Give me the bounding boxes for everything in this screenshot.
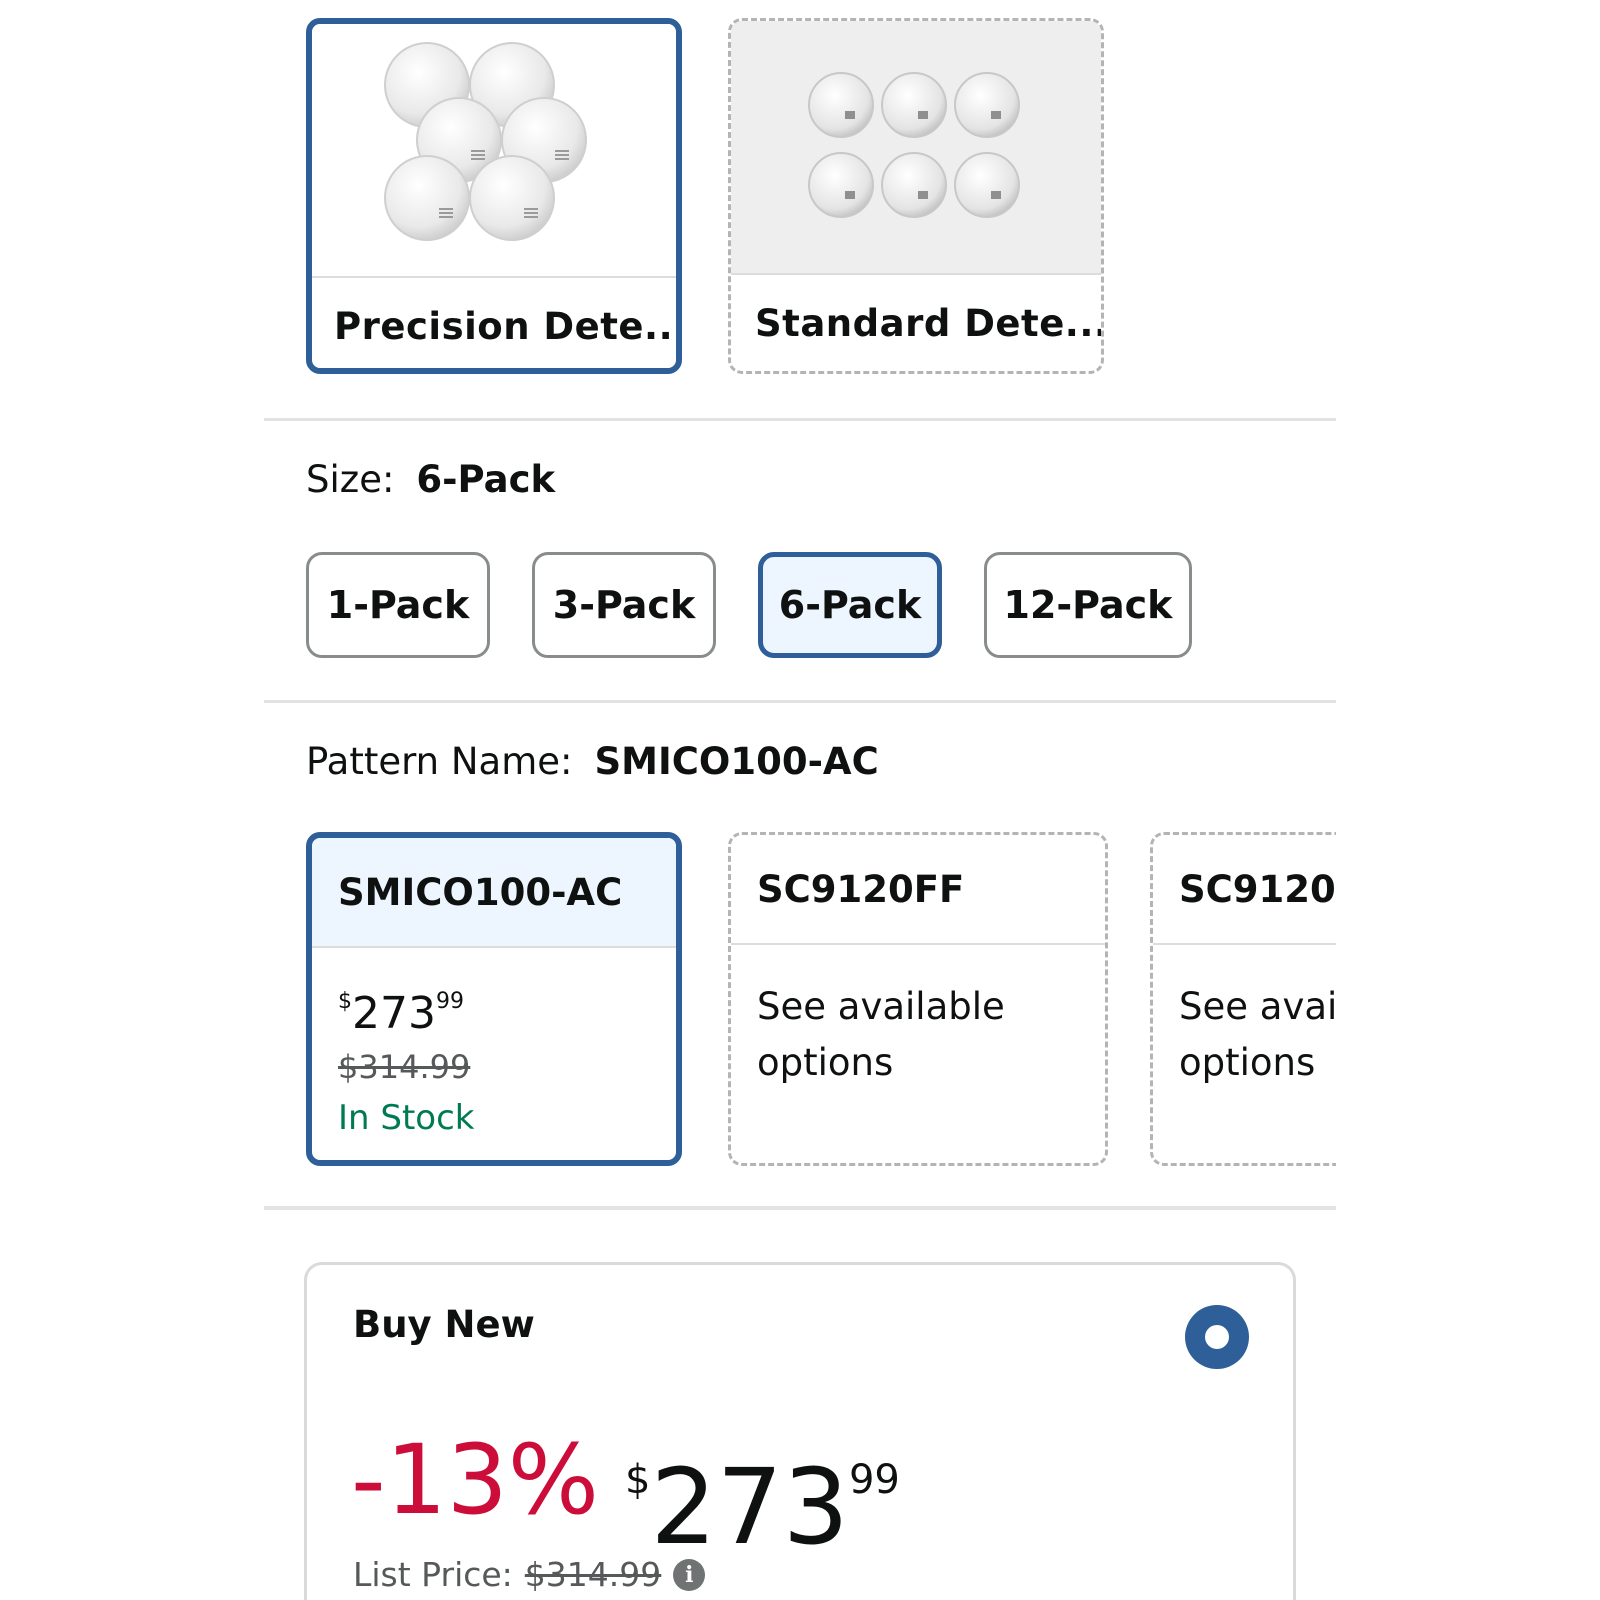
pattern-option-smico100-ac[interactable]: SMICO100-AC $27399 $314.99 In Stock [306, 832, 682, 1166]
viewport-mask [1336, 820, 1600, 1180]
size-option-12-pack[interactable]: 12-Pack [984, 552, 1192, 658]
pattern-option-price: $27399 [338, 988, 464, 1039]
list-price-row: List Price: $314.99 i [353, 1555, 706, 1594]
smoke-detector-grid-icon [808, 72, 1020, 218]
section-divider [264, 700, 1336, 703]
buy-new-radio[interactable] [1185, 1305, 1249, 1369]
style-option-label: Standard Dete... [755, 301, 1104, 345]
size-option-1-pack[interactable]: 1-Pack [306, 552, 490, 658]
size-selected-value: 6-Pack [416, 458, 556, 501]
pattern-option-name: SC9120FF [757, 867, 965, 911]
smoke-detector-cluster-icon [384, 42, 587, 241]
product-image [312, 24, 676, 276]
style-option-standard[interactable]: Standard Dete... [728, 18, 1104, 374]
list-price-label: List Price: [353, 1555, 513, 1594]
size-option-6-pack[interactable]: 6-Pack [758, 552, 942, 658]
buy-new-title: Buy New [353, 1303, 535, 1346]
size-label: Size: [306, 458, 395, 501]
size-option-3-pack[interactable]: 3-Pack [532, 552, 716, 658]
pattern-option-name: SMICO100-AC [312, 838, 676, 946]
price-row: -13% $27399 [351, 1425, 900, 1562]
pattern-option-list-price: $314.99 [338, 1048, 471, 1086]
pattern-heading: Pattern Name: SMICO100-AC [306, 740, 879, 783]
buy-price: $27399 [625, 1446, 900, 1568]
pattern-option-sc9120ff[interactable]: SC9120FF See available options [728, 832, 1108, 1166]
buy-new-box[interactable]: Buy New -13% $27399 List Price: $314.99 … [304, 1262, 1296, 1600]
style-option-label: Precision Dete... [334, 304, 682, 348]
pattern-selected-value: SMICO100-AC [594, 740, 879, 783]
size-heading: Size: 6-Pack [306, 458, 555, 501]
pattern-label: Pattern Name: [306, 740, 573, 783]
style-option-precision[interactable]: Precision Dete... [306, 18, 682, 374]
info-icon[interactable]: i [673, 1558, 706, 1591]
see-available-options: See available options [757, 985, 1005, 1084]
section-divider [264, 418, 1336, 421]
stock-status: In Stock [338, 1098, 475, 1138]
discount-percent: -13% [351, 1424, 600, 1536]
list-price-value: $314.99 [524, 1555, 662, 1594]
section-divider [264, 1206, 1336, 1210]
product-image [731, 21, 1101, 273]
